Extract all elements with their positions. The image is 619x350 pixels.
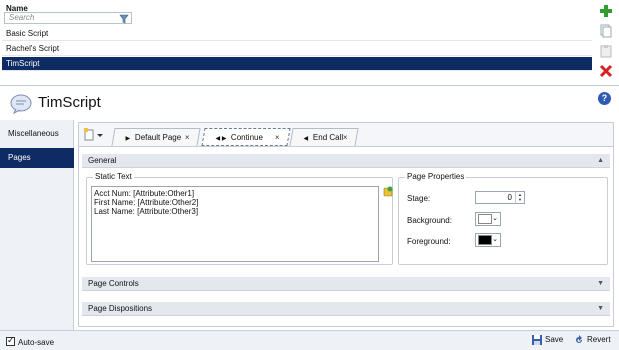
background-label: Background:: [407, 216, 452, 225]
static-text-area[interactable]: Acct Num: [Attribute:Other1] First Name:…: [91, 186, 379, 262]
script-speech-bubble-icon: [10, 94, 32, 114]
tab-label: End Call: [312, 133, 343, 142]
delete-icon[interactable]: [599, 64, 613, 78]
nav-item-pages[interactable]: Pages: [0, 148, 74, 168]
copy-icon[interactable]: [599, 24, 613, 38]
new-page-dropdown-icon[interactable]: [83, 128, 105, 142]
settings-nav: Miscellaneous Pages: [0, 120, 74, 330]
tab-arrow-icon: ▶: [125, 136, 131, 142]
tab-end-call[interactable]: ◀ End Call ×: [289, 128, 359, 146]
save-icon: [532, 335, 542, 345]
bottom-bar: Auto-save Save Revert: [0, 330, 619, 350]
page-title: TimScript: [38, 94, 101, 111]
script-row-rachel[interactable]: Rachel's Script: [2, 42, 592, 56]
section-general[interactable]: General ▲: [82, 154, 610, 168]
insert-attribute-icon[interactable]: [383, 186, 394, 197]
revert-icon: [576, 335, 582, 343]
save-label: Save: [545, 335, 564, 345]
static-text-legend: Static Text: [93, 172, 134, 181]
list-actions: [596, 2, 616, 82]
autosave-label: Auto-save: [18, 338, 55, 347]
background-color-picker[interactable]: ⌄: [475, 212, 501, 226]
chevron-down-icon: ⌄: [492, 215, 498, 222]
nav-item-miscellaneous[interactable]: Miscellaneous: [0, 124, 74, 144]
script-row-basic[interactable]: Basic Script: [2, 27, 592, 41]
page-tabstrip: ▶ Default Page × ◀ ▶ Continue × ◀ End Call …: [79, 123, 613, 147]
tab-arrow-icon: ◀: [303, 136, 309, 142]
stage-stepper[interactable]: 0 ▲ ▼: [475, 191, 525, 204]
tab-arrow-icon: ◀ ▶: [215, 136, 227, 142]
spin-icon[interactable]: ▲ ▼: [515, 192, 524, 203]
foreground-color-picker[interactable]: ⌄: [475, 233, 501, 247]
foreground-label: Foreground:: [407, 237, 451, 246]
script-row-label: TimScript: [6, 59, 40, 68]
page-properties-legend: Page Properties: [405, 172, 467, 181]
section-title: General: [88, 156, 117, 165]
static-text-line: Acct Num: [Attribute:Other1]: [94, 189, 195, 198]
checkbox-checked-icon[interactable]: [6, 335, 15, 346]
stage-value: 0: [507, 193, 512, 202]
nav-label: Miscellaneous: [8, 129, 59, 138]
add-icon[interactable]: [599, 4, 613, 18]
stage-label: Stage:: [407, 194, 431, 203]
pages-panel: ▶ Default Page × ◀ ▶ Continue × ◀ End Call …: [78, 122, 614, 327]
close-tab-icon[interactable]: ×: [275, 129, 280, 146]
foreground-swatch: [478, 235, 492, 245]
collapse-icon[interactable]: ▲: [597, 154, 604, 168]
tab-continue[interactable]: ◀ ▶ Continue ×: [201, 128, 291, 146]
title-area: TimScript ?: [0, 88, 619, 118]
section-page-dispositions[interactable]: Page Dispositions ▼: [82, 302, 610, 316]
close-tab-icon[interactable]: ×: [185, 129, 190, 146]
help-icon[interactable]: ?: [598, 92, 611, 105]
script-list: Name Search Basic Script Rachel's Script…: [0, 0, 619, 86]
static-text-line: First Name: [Attribute:Other2]: [94, 198, 199, 207]
search-placeholder: Search: [9, 13, 35, 22]
autosave-checkbox[interactable]: Auto-save: [6, 335, 55, 347]
save-button[interactable]: Save: [532, 335, 563, 345]
close-tab-icon[interactable]: ×: [343, 129, 348, 146]
static-text-group: Static Text Acct Num: [Attribute:Other1]…: [86, 172, 394, 265]
revert-label: Revert: [587, 335, 611, 345]
expand-icon[interactable]: ▼: [597, 302, 604, 316]
filter-icon[interactable]: [119, 14, 129, 24]
script-row-label: Basic Script: [6, 29, 49, 38]
nav-label: Pages: [8, 153, 31, 162]
paste-icon[interactable]: [599, 44, 613, 58]
search-input[interactable]: Search: [4, 12, 132, 24]
script-row-timscript[interactable]: TimScript: [2, 57, 592, 71]
section-title: Page Dispositions: [88, 304, 153, 313]
tab-label: Default Page: [134, 133, 181, 142]
background-swatch: [478, 214, 492, 224]
chevron-down-icon: ⌄: [492, 236, 498, 243]
section-title: Page Controls: [88, 279, 139, 288]
tab-label: Continue: [230, 133, 263, 142]
expand-icon[interactable]: ▼: [597, 277, 604, 291]
script-row-label: Rachel's Script: [6, 44, 60, 53]
tab-default-page[interactable]: ▶ Default Page ×: [111, 128, 201, 146]
revert-button[interactable]: Revert: [574, 335, 611, 345]
section-page-controls[interactable]: Page Controls ▼: [82, 277, 610, 291]
page-properties-group: Page Properties Stage: 0 ▲ ▼ Background: …: [398, 172, 608, 265]
static-text-line: Last Name: [Attribute:Other3]: [94, 207, 199, 216]
